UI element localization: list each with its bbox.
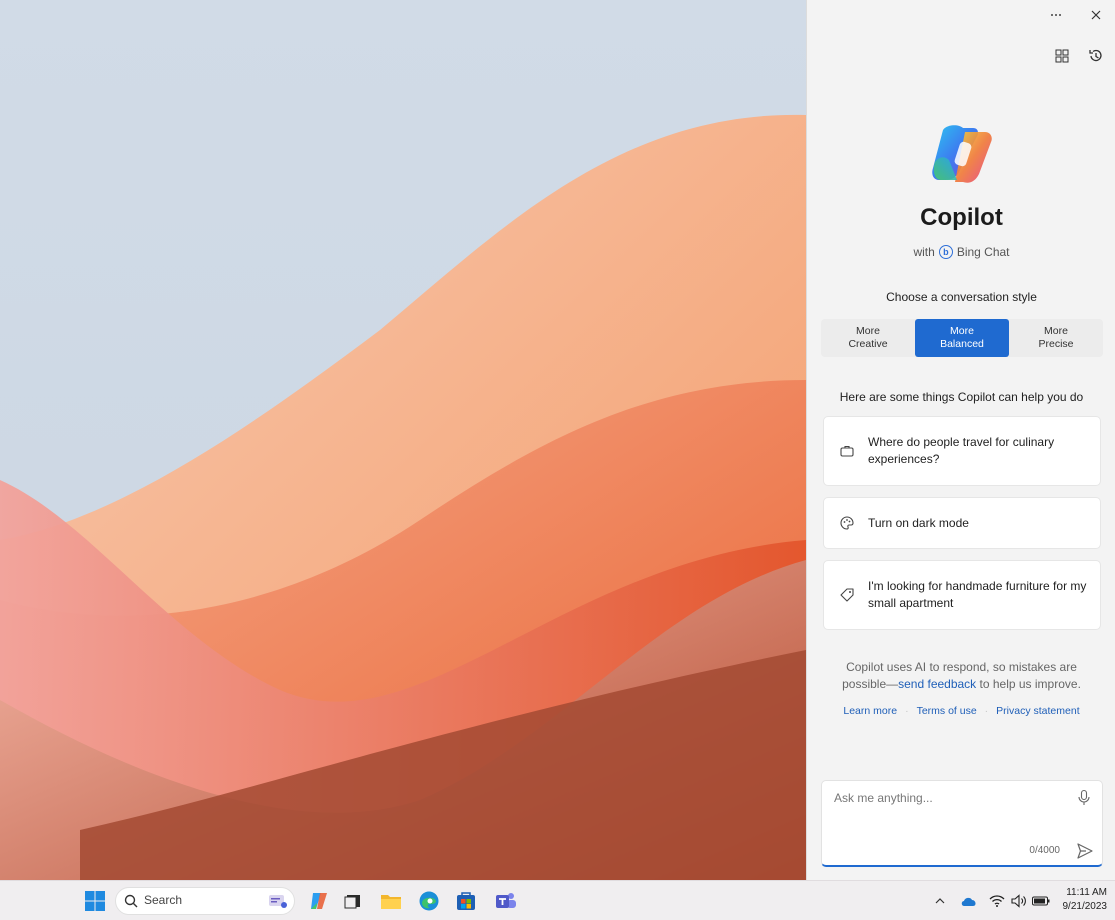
link-separator: · <box>905 705 909 717</box>
start-button[interactable] <box>82 888 108 914</box>
teams-icon <box>496 893 516 908</box>
privacy-statement-link[interactable]: Privacy statement <box>996 705 1079 717</box>
task-view-icon <box>344 895 360 909</box>
windows-logo-icon <box>85 891 105 911</box>
taskbar-teams[interactable] <box>493 888 519 914</box>
send-feedback-link[interactable]: send feedback <box>898 677 976 691</box>
microphone-icon[interactable] <box>1076 789 1092 807</box>
suggestion-card[interactable]: Turn on dark mode <box>823 497 1101 549</box>
footer-links: Learn more · Terms of use · Privacy stat… <box>807 705 1115 717</box>
speaker-icon <box>1011 894 1026 908</box>
chat-input[interactable] <box>834 789 1064 807</box>
wifi-icon <box>989 895 1005 907</box>
clock-date: 9/21/2023 <box>1062 901 1108 912</box>
wallpaper-waves <box>0 114 806 880</box>
copilot-logo-icon <box>932 125 992 183</box>
tag-icon <box>840 588 854 602</box>
search-icon <box>124 894 138 908</box>
store-icon <box>457 892 475 910</box>
suggestion-text: Where do people travel for culinary expe… <box>868 435 1055 466</box>
desktop-wallpaper <box>0 0 806 880</box>
close-button[interactable] <box>1083 4 1109 26</box>
link-separator: · <box>984 705 989 717</box>
character-counter: 0/4000 <box>1029 845 1060 856</box>
bing-chat-label: Bing Chat <box>956 245 1010 259</box>
onedrive-button[interactable] <box>958 888 980 914</box>
style-balanced-button[interactable]: More Balanced <box>915 319 1009 357</box>
compose-box: 0/4000 <box>821 780 1103 867</box>
plugins-button[interactable] <box>1050 44 1074 68</box>
taskbar-task-view[interactable] <box>340 888 366 914</box>
panel-subtitle: with b Bing Chat <box>807 245 1115 259</box>
show-hidden-icons-button[interactable] <box>930 888 950 914</box>
grid-icon <box>1055 49 1069 63</box>
with-label: with <box>913 245 935 259</box>
search-highlight-icon <box>269 895 287 908</box>
search-input[interactable] <box>144 893 244 907</box>
folder-icon <box>381 895 401 909</box>
suggestions-heading: Here are some things Copilot can help yo… <box>839 390 1084 404</box>
history-button[interactable] <box>1084 44 1108 68</box>
edge-browser-icon <box>419 891 439 911</box>
copilot-logo <box>929 122 995 186</box>
taskbar-search[interactable] <box>115 887 295 915</box>
battery-button[interactable] <box>1030 888 1052 914</box>
copilot-icon <box>311 893 327 909</box>
cloud-icon <box>961 897 976 906</box>
volume-button[interactable] <box>1008 888 1030 914</box>
clock-time: 11:11 AM <box>1066 887 1107 898</box>
history-icon <box>1089 49 1102 62</box>
panel-title: Copilot <box>920 204 1003 231</box>
briefcase-icon <box>840 445 854 457</box>
taskbar-file-explorer[interactable] <box>378 888 404 914</box>
more-options-button[interactable] <box>1043 4 1069 26</box>
disclaimer-text-end: to help us improve. <box>976 677 1081 691</box>
terms-of-use-link[interactable]: Terms of use <box>917 705 977 717</box>
suggestion-text: I'm looking for handmade furniture for m… <box>868 579 1087 610</box>
style-creative-button[interactable]: More Creative <box>821 319 915 357</box>
bing-icon: b <box>938 245 953 259</box>
taskbar-clock[interactable]: 11:11 AM 9/21/2023 <box>1063 886 1108 914</box>
taskbar-store[interactable] <box>453 888 479 914</box>
learn-more-link[interactable]: Learn more <box>843 705 897 717</box>
palette-icon <box>840 516 854 530</box>
conversation-style-label: Choose a conversation style <box>886 290 1037 304</box>
network-button[interactable] <box>986 888 1008 914</box>
close-icon <box>1091 10 1101 20</box>
copilot-panel: Copilot with b Bing Chat Choose a conver… <box>806 0 1115 880</box>
style-precise-button[interactable]: More Precise <box>1009 319 1103 357</box>
ai-disclaimer: Copilot uses AI to respond, so mistakes … <box>827 659 1096 693</box>
suggestion-card[interactable]: Where do people travel for culinary expe… <box>823 416 1101 486</box>
battery-icon <box>1032 896 1050 906</box>
taskbar-copilot[interactable] <box>306 888 332 914</box>
ellipsis-icon <box>1051 14 1061 16</box>
conversation-style-selector: More Creative More Balanced More Precise <box>821 319 1103 357</box>
send-icon[interactable] <box>1076 842 1094 860</box>
suggestion-card[interactable]: I'm looking for handmade furniture for m… <box>823 560 1101 630</box>
suggestion-text: Turn on dark mode <box>868 515 969 530</box>
chevron-up-icon <box>935 898 945 904</box>
taskbar-edge[interactable] <box>416 888 442 914</box>
taskbar: 11:11 AM 9/21/2023 <box>0 880 1115 920</box>
